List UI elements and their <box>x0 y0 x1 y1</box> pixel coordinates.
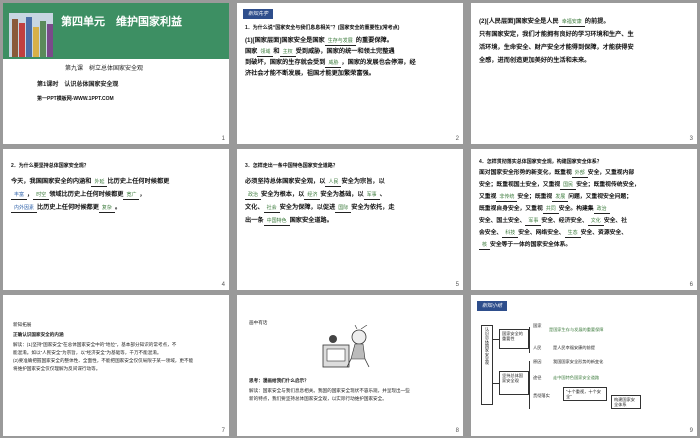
question-text: 2．为什么要坚持总体国家安全观？ <box>11 163 89 169</box>
mindmap-leaf: 构建国家安全体系 <box>611 395 641 409</box>
explanation-text: 解读：(1)坚持“国家安全”在总体国家安全中的“地位”，基本部分知识的常考点，不… <box>13 342 194 371</box>
answer-paragraph: (2)[人民层面]国家安全是人民 幸福安康 的前提。 只有国家安定，我们才能拥有良好… <box>479 18 634 64</box>
explanation-text: 解读：国家安全与我们息息相关。我国的国家安全现状不容乐观，并呈现出一些 新的特点… <box>249 388 410 401</box>
answer-blank: 复杂 <box>98 204 115 213</box>
slide-number: 8 <box>455 428 459 434</box>
answer-blank: 政治 <box>245 191 262 200</box>
mindmap-branch-importance: 国家安全的重要性 <box>499 329 529 349</box>
mindmap-root: 认识总体国家安全观 <box>481 325 493 405</box>
slide-number: 7 <box>221 428 225 434</box>
slide-number: 5 <box>455 282 459 288</box>
lesson-title: 第九课 树立总体国家安全观 <box>65 66 144 72</box>
answer-blank: 时空 <box>33 191 50 200</box>
answer-paragraph: 今天，我国国家安全的内涵和 外延 比历史上任何时候都更 丰富，时空 领域比历史上任何时… <box>11 178 170 213</box>
section-title: 画中有话 <box>249 320 268 325</box>
answer-blank: 生存与发展 <box>324 37 356 46</box>
mindmap-leaf: 是国家生存与发展的重要保障 <box>549 327 604 332</box>
slide-thumbnail-9[interactable]: 新知小结 认识总体国家安全观 国家安全的重要性 坚持总体国家安全观 国家 是国家… <box>471 295 697 436</box>
answer-blank: 生态 <box>564 229 581 238</box>
answer-blank: 国民 <box>560 181 577 190</box>
answer-blank: 社会 <box>263 204 280 213</box>
slide-thumbnail-2[interactable]: 新知先学 1．为什么说“国家安全与我们息息相关”？(国家安全的重要性)(常考点)… <box>237 3 463 144</box>
slide-thumbnail-5[interactable]: 3．怎样走出一条中国特色国家安全道路？ 必须坚持总体国家安全观，以 人民 安全为宗旨… <box>237 149 463 290</box>
answer-blank: 幸福安康 <box>558 18 585 27</box>
slide-thumbnail-8[interactable]: 画中有话 思考：漫画给我们什么启示？ 解读：国家安全与我们息息相关。我国的国家安… <box>237 295 463 436</box>
slide-thumbnail-6[interactable]: 4．怎样贯彻落实总体国家安全观，构建国家安全体系？ 面对国家安全形势的新变化，既… <box>471 149 697 290</box>
answer-blank: 科技 <box>502 229 519 238</box>
answer-blank: 内外因素 <box>11 204 38 213</box>
answer-blank: 外部 <box>571 169 588 178</box>
slide-thumbnail-4[interactable]: 2．为什么要坚持总体国家安全观？ 今天，我国国家安全的内涵和 外延 比历史上任何时候… <box>3 149 229 290</box>
answer-blank: 政治 <box>593 205 610 214</box>
mindmap-branch-adhere: 坚持总体国家安全观 <box>499 371 529 395</box>
slide-number: 1 <box>221 136 225 142</box>
mindmap-node: 途径 <box>533 375 542 380</box>
slide-number: 3 <box>689 136 693 142</box>
slide-thumbnail-1[interactable]: 第四单元 维护国家利益 第九课 树立总体国家安全观 第1课时 认识总体国家安全观… <box>3 3 229 144</box>
section-tag: 新知先学 <box>243 9 273 19</box>
mindmap-node: 国家 <box>533 323 542 328</box>
answer-blank: 经济 <box>304 191 321 200</box>
site-url: 第一PPT模板网-WWW.1PPT.COM <box>37 96 114 102</box>
answer-blank: 国际 <box>335 204 352 213</box>
mindmap-node: 贯彻落实 <box>533 393 550 398</box>
answer-blank: 军事 <box>525 217 542 226</box>
answer-blank: 非传统 <box>496 193 518 202</box>
mindmap-leaf: 走中国特色国家安全道路 <box>553 375 600 380</box>
question-text: 思考：漫画给我们什么启示？ <box>249 378 309 383</box>
unit-title: 第四单元 维护国家利益 <box>61 16 182 28</box>
slide-number: 2 <box>455 136 459 142</box>
answer-blank: 主权 <box>279 48 296 57</box>
answer-blank: 外延 <box>91 178 108 187</box>
answer-blank: 人民 <box>325 178 342 187</box>
answer-blank: 共同 <box>542 205 559 214</box>
answer-blank: 威胁 <box>325 59 342 68</box>
slide-number: 6 <box>689 282 693 288</box>
question-text: 1．为什么说“国家安全与我们息息相关”？(国家安全的重要性)(常考点) <box>245 25 400 31</box>
answer-blank: 核 <box>479 241 491 250</box>
answer-blank: 宽广 <box>123 191 140 200</box>
slide-grid: 第四单元 维护国家利益 第九课 树立总体国家安全观 第1课时 认识总体国家安全观… <box>0 0 700 438</box>
answer-paragraph: 必须坚持总体国家安全观，以 人民 安全为宗旨，以 政治 安全为根本，以 经济 安全为基础，… <box>245 178 395 226</box>
answer-blank: 军事 <box>363 191 380 200</box>
mindmap-node: 人民 <box>533 345 542 350</box>
books-image <box>9 13 53 57</box>
mindmap-leaf: 是人民幸福安康的前提 <box>553 345 595 350</box>
section-title: 新知拓展 <box>13 322 32 327</box>
answer-blank: 发展 <box>552 193 569 202</box>
answer-blank: 文化 <box>587 217 604 226</box>
question-text: 3．怎样走出一条中国特色国家安全道路？ <box>245 163 338 169</box>
mindmap-node: 原因 <box>533 359 542 364</box>
section-tag: 新知小结 <box>477 301 507 311</box>
answer-paragraph: 面对国家安全形势的新变化，既重视 外部 安全，又重视内部 安全；既重视国土安全，又重… <box>479 169 640 250</box>
cartoon-image <box>322 325 370 368</box>
mindmap-leaf: “十个重视，十个安全” <box>563 387 607 401</box>
section-subtitle: 正确认识国家安全的内涵 <box>13 332 64 337</box>
answer-blank: 中国特色 <box>263 217 290 226</box>
slide-number: 9 <box>689 428 693 434</box>
slide-number: 4 <box>221 282 225 288</box>
mindmap-leaf: 我国国家安全形势的新变化 <box>553 359 604 364</box>
answer-blank: 丰富 <box>11 191 28 200</box>
period-title: 第1课时 认识总体国家安全观 <box>37 82 119 88</box>
slide-thumbnail-7[interactable]: 新知拓展 正确认识国家安全的内涵 解读：(1)坚持“国家安全”在总体国家安全中的… <box>3 295 229 436</box>
slide-thumbnail-3[interactable]: (2)[人民层面]国家安全是人民 幸福安康 的前提。 只有国家安定，我们才能拥有良好… <box>471 3 697 144</box>
answer-paragraph: (1)[国家层面]国家安全是国家 生存与发展 的重要保障。 国家 领域和主权 受到威胁，… <box>245 37 416 77</box>
answer-blank: 领域 <box>257 48 274 57</box>
